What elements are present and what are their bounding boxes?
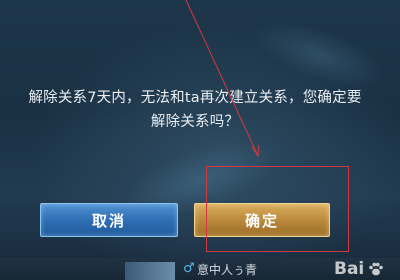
watermark-text: Bai: [334, 259, 365, 279]
cancel-button[interactable]: 取消: [40, 203, 178, 237]
paw-icon: [369, 262, 383, 276]
player-name: 意中人ぅ青: [197, 263, 258, 277]
dialog-message: 解除关系7天内，无法和ta再次建立关系，您确定要 解除关系吗？: [0, 86, 390, 134]
dialog-message-line-2: 解除关系吗？: [150, 114, 240, 130]
male-icon: ♂: [183, 261, 195, 276]
dialog-message-line-1: 解除关系7天内，无法和ta再次建立关系，您确定要: [28, 90, 362, 106]
annotation-highlight-box: [206, 166, 349, 252]
avatar: [125, 262, 175, 280]
